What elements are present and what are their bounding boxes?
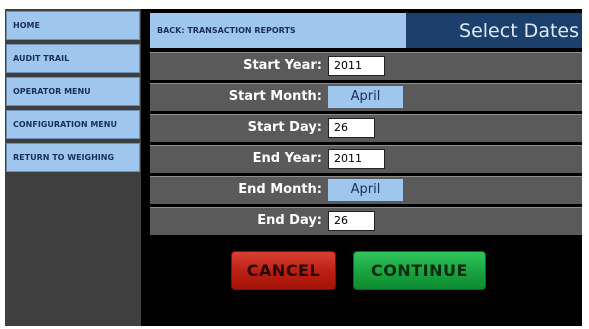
sidebar-item-home[interactable]: HOME [6, 11, 140, 40]
end-year-row: End Year: 2011 [150, 145, 582, 173]
end-month-label: End Month: [238, 182, 322, 197]
continue-button[interactable]: CONTINUE [353, 251, 486, 290]
start-year-field[interactable]: 2011 [328, 56, 385, 76]
sidebar-item-label: AUDIT TRAIL [13, 54, 70, 63]
cancel-button-label: CANCEL [246, 261, 321, 280]
sidebar-item-label: RETURN TO WEIGHING [13, 153, 115, 162]
start-year-row: Start Year: 2011 [150, 52, 582, 80]
end-month-row: End Month: April [150, 176, 582, 204]
end-day-row: End Day: 26 [150, 207, 582, 235]
start-year-label: Start Year: [243, 58, 322, 73]
sidebar-item-label: HOME [13, 21, 40, 30]
sidebar-item-operator-menu[interactable]: OPERATOR MENU [6, 77, 140, 106]
back-button[interactable]: BACK: TRANSACTION REPORTS [150, 13, 406, 48]
end-day-field[interactable]: 26 [328, 211, 375, 231]
sidebar-item-return-to-weighing[interactable]: RETURN TO WEIGHING [6, 143, 140, 172]
sidebar-item-label: CONFIGURATION MENU [13, 120, 117, 129]
end-day-label: End Day: [257, 213, 322, 228]
start-month-row: Start Month: April [150, 83, 582, 111]
page-title: Select Dates [406, 13, 582, 48]
sidebar: HOME AUDIT TRAIL OPERATOR MENU CONFIGURA… [5, 9, 141, 326]
sidebar-item-configuration-menu[interactable]: CONFIGURATION MENU [6, 110, 140, 139]
cancel-button[interactable]: CANCEL [231, 251, 336, 290]
end-year-label: End Year: [252, 151, 322, 166]
start-day-row: Start Day: 26 [150, 114, 582, 142]
start-month-selector[interactable]: April [328, 86, 403, 108]
start-day-field[interactable]: 26 [328, 118, 375, 138]
end-year-field[interactable]: 2011 [328, 149, 385, 169]
start-month-label: Start Month: [228, 89, 322, 104]
continue-button-label: CONTINUE [371, 261, 468, 280]
start-day-label: Start Day: [247, 120, 322, 135]
sidebar-item-audit-trail[interactable]: AUDIT TRAIL [6, 44, 140, 73]
end-month-selector[interactable]: April [328, 179, 403, 201]
sidebar-item-label: OPERATOR MENU [13, 87, 91, 96]
